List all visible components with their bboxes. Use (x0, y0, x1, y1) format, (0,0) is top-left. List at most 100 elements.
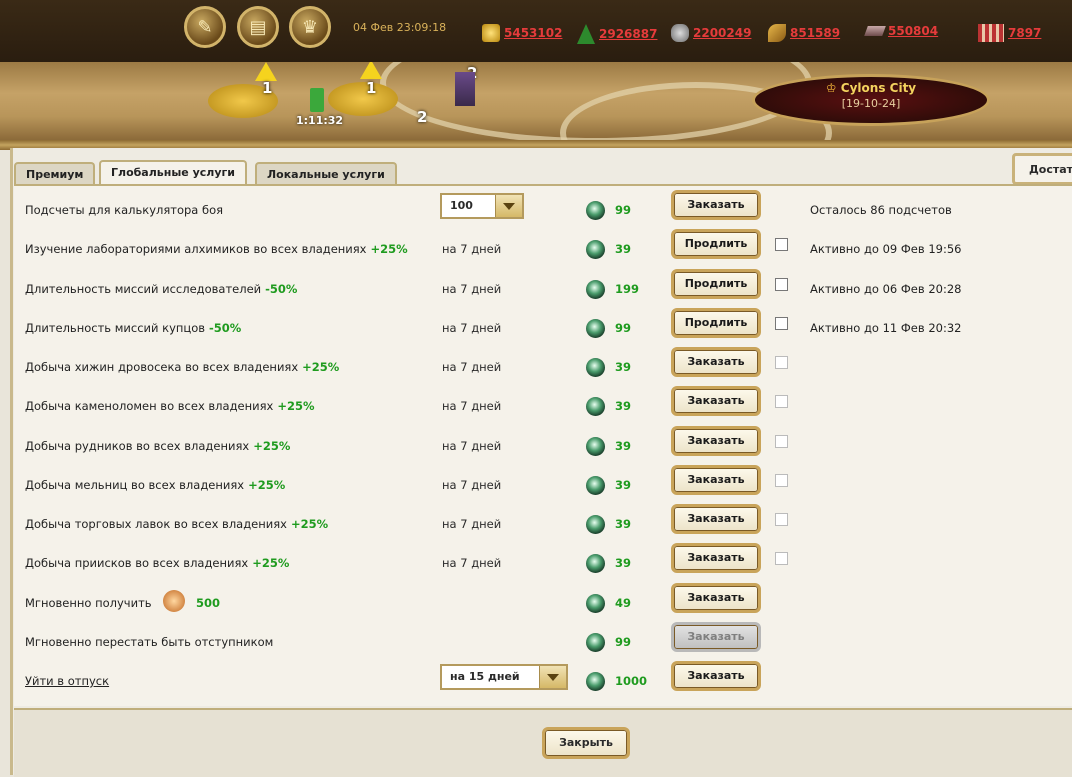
tab-global-services[interactable]: Глобальные услуги (99, 160, 247, 184)
tree-icon (577, 24, 595, 44)
army-camp[interactable] (328, 82, 398, 116)
count-select[interactable]: 100 (440, 193, 524, 219)
resource-wood: 2926887 (577, 24, 657, 44)
service-name: Добыча рудников во всех владениях +25% (25, 439, 291, 453)
service-status: Активно до 06 Фев 20:28 (810, 282, 962, 296)
service-price: 39 (615, 399, 632, 413)
gem-icon (586, 358, 605, 377)
order-button[interactable]: Заказать (671, 583, 761, 613)
resource-gold: 5453102 (482, 24, 562, 42)
service-price: 39 (615, 478, 632, 492)
extend-button[interactable]: Продлить (671, 308, 761, 338)
service-price: 99 (615, 635, 632, 649)
auto-renew-checkbox[interactable] (775, 552, 788, 565)
close-button[interactable]: Закрыть (542, 727, 630, 759)
march-timer: 1:11:32 (296, 114, 344, 127)
crown-icon: ♔ (825, 81, 841, 95)
map-strip: 1 1 2 2 1:11:32 ♔ Cylons City [19-10-24] (0, 62, 1072, 140)
order-button[interactable]: Заказать (671, 504, 761, 534)
order-button[interactable]: Заказать (671, 426, 761, 456)
tab-local-services[interactable]: Локальные услуги (255, 162, 397, 184)
service-name: Длительность миссий купцов -50% (25, 321, 242, 335)
city-badge[interactable]: ♔ Cylons City [19-10-24] (752, 74, 990, 126)
gem-icon (586, 397, 605, 416)
order-button[interactable]: Заказать (671, 661, 761, 691)
service-price: 39 (615, 517, 632, 531)
hand-icon (163, 590, 185, 612)
order-button-disabled: Заказать (671, 622, 761, 652)
scroll-button[interactable]: ▤ (237, 6, 279, 48)
gem-icon (586, 554, 605, 573)
service-price: 39 (615, 360, 632, 374)
service-row: Добыча каменоломен во всех владениях +25%… (25, 386, 1065, 419)
resource-population-value[interactable]: 7897 (1008, 26, 1041, 40)
order-button[interactable]: Заказать (671, 386, 761, 416)
service-name: Добыча каменоломен во всех владениях +25% (25, 399, 315, 413)
order-button[interactable]: Заказать (671, 465, 761, 495)
service-name: Мгновенно получить (25, 596, 152, 610)
order-button[interactable]: Заказать (671, 347, 761, 377)
extend-button[interactable]: Продлить (671, 269, 761, 299)
service-status: Активно до 09 Фев 19:56 (810, 242, 962, 256)
order-button[interactable]: Заказать (671, 543, 761, 573)
vacation-link[interactable]: Уйти в отпуск (25, 674, 109, 688)
auto-renew-checkbox[interactable] (775, 435, 788, 448)
service-duration: на 7 дней (442, 556, 502, 570)
resource-gold-value[interactable]: 5453102 (504, 26, 562, 40)
camp-count: 1 (366, 79, 377, 97)
resource-grain: 851589 (768, 24, 840, 42)
vacation-duration-select[interactable]: на 15 дней (440, 664, 568, 690)
gem-icon (586, 515, 605, 534)
instant-amount: 500 (196, 596, 221, 610)
city-coordinates: [19-10-24] (841, 97, 901, 110)
gem-icon (586, 437, 605, 456)
service-status: Осталось 86 подсчетов (810, 203, 952, 217)
service-price: 39 (615, 556, 632, 570)
service-row: Добыча рудников во всех владениях +25% на… (25, 426, 1065, 459)
tab-premium[interactable]: Премиум (14, 162, 96, 184)
scroll-icon: ▤ (249, 16, 267, 38)
auto-renew-checkbox[interactable] (775, 238, 788, 251)
resource-stone-value[interactable]: 2200249 (693, 26, 751, 40)
resource-iron-value[interactable]: 550804 (888, 24, 938, 38)
service-row: Изучение лабораториями алхимиков во всех… (25, 229, 1065, 262)
order-button[interactable]: Заказать (671, 190, 761, 220)
service-price: 39 (615, 439, 632, 453)
resource-wood-value[interactable]: 2926887 (599, 27, 657, 41)
unit-count: 2 (417, 108, 428, 126)
gem-icon (586, 240, 605, 259)
service-row: Добыча торговых лавок во всех владениях +… (25, 504, 1065, 537)
service-name: Мгновенно перестать быть отступником (25, 635, 274, 649)
service-status: Активно до 11 Фев 20:32 (810, 321, 962, 335)
service-price: 49 (615, 596, 632, 610)
service-name: Добыча приисков во всех владениях +25% (25, 556, 290, 570)
quill-button[interactable]: ✎ (184, 6, 226, 48)
city-name: ♔ Cylons City (825, 81, 917, 95)
chevron-down-icon[interactable] (539, 666, 566, 688)
gem-icon (586, 672, 605, 691)
service-name: Длительность миссий исследователей -50% (25, 282, 298, 296)
extend-button[interactable]: Продлить (671, 229, 761, 259)
auto-renew-checkbox[interactable] (775, 395, 788, 408)
chevron-down-icon[interactable] (495, 195, 522, 217)
auto-renew-checkbox[interactable] (775, 317, 788, 330)
service-row: Добыча приисков во всех владениях +25% на… (25, 543, 1065, 576)
gem-icon (586, 201, 605, 220)
gem-icon (586, 476, 605, 495)
gold-coins-icon (482, 24, 500, 42)
resource-stone: 2200249 (671, 24, 751, 42)
auto-renew-checkbox[interactable] (775, 278, 788, 291)
service-duration: на 7 дней (442, 360, 502, 374)
tower-icon[interactable] (455, 72, 475, 106)
resource-grain-value[interactable]: 851589 (790, 26, 840, 40)
service-price: 39 (615, 242, 632, 256)
auto-renew-checkbox[interactable] (775, 513, 788, 526)
tab-achievements[interactable]: Достат (1012, 153, 1072, 185)
auto-renew-checkbox[interactable] (775, 356, 788, 369)
service-name: Добыча мельниц во всех владениях +25% (25, 478, 286, 492)
auto-renew-checkbox[interactable] (775, 474, 788, 487)
count-select-value: 100 (450, 199, 473, 212)
trophy-button[interactable]: ♛ (289, 6, 331, 48)
warning-icon[interactable] (360, 62, 382, 79)
service-price: 1000 (615, 674, 648, 688)
